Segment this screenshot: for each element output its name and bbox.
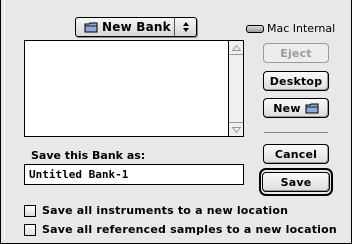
new-folder-icon (305, 103, 319, 114)
save-instruments-checkbox[interactable] (24, 204, 36, 217)
button-separator (264, 132, 328, 133)
eject-button[interactable]: Eject (263, 43, 329, 63)
new-folder-button[interactable]: New (263, 98, 329, 118)
disk-icon (246, 24, 264, 33)
volume-indicator: Mac Internal (246, 22, 335, 35)
file-list[interactable] (24, 40, 244, 137)
scroll-up-arrow-icon[interactable] (229, 41, 243, 55)
folder-popup-label: New Bank (102, 20, 171, 34)
bank-name-field[interactable]: Untitled Bank-1 (24, 164, 244, 185)
save-as-label: Save this Bank as: (31, 149, 146, 162)
folder-popup-menu[interactable]: New Bank (75, 17, 197, 37)
option-save-samples[interactable]: Save all referenced samples to a new loc… (24, 223, 337, 236)
desktop-button[interactable]: Desktop (263, 71, 329, 91)
popup-arrows-icon (174, 18, 196, 36)
save-samples-checkbox[interactable] (24, 223, 36, 236)
file-list-scrollbar[interactable] (228, 41, 243, 136)
save-instruments-label: Save all instruments to a new location (42, 204, 289, 217)
new-folder-label: New (273, 101, 301, 115)
scroll-down-arrow-icon[interactable] (229, 122, 243, 136)
cancel-button[interactable]: Cancel (263, 144, 329, 164)
option-save-instruments[interactable]: Save all instruments to a new location (24, 204, 288, 217)
save-button[interactable]: Save (262, 172, 330, 192)
save-samples-label: Save all referenced samples to a new loc… (42, 223, 337, 236)
volume-label: Mac Internal (267, 22, 336, 35)
folder-icon (84, 22, 98, 33)
